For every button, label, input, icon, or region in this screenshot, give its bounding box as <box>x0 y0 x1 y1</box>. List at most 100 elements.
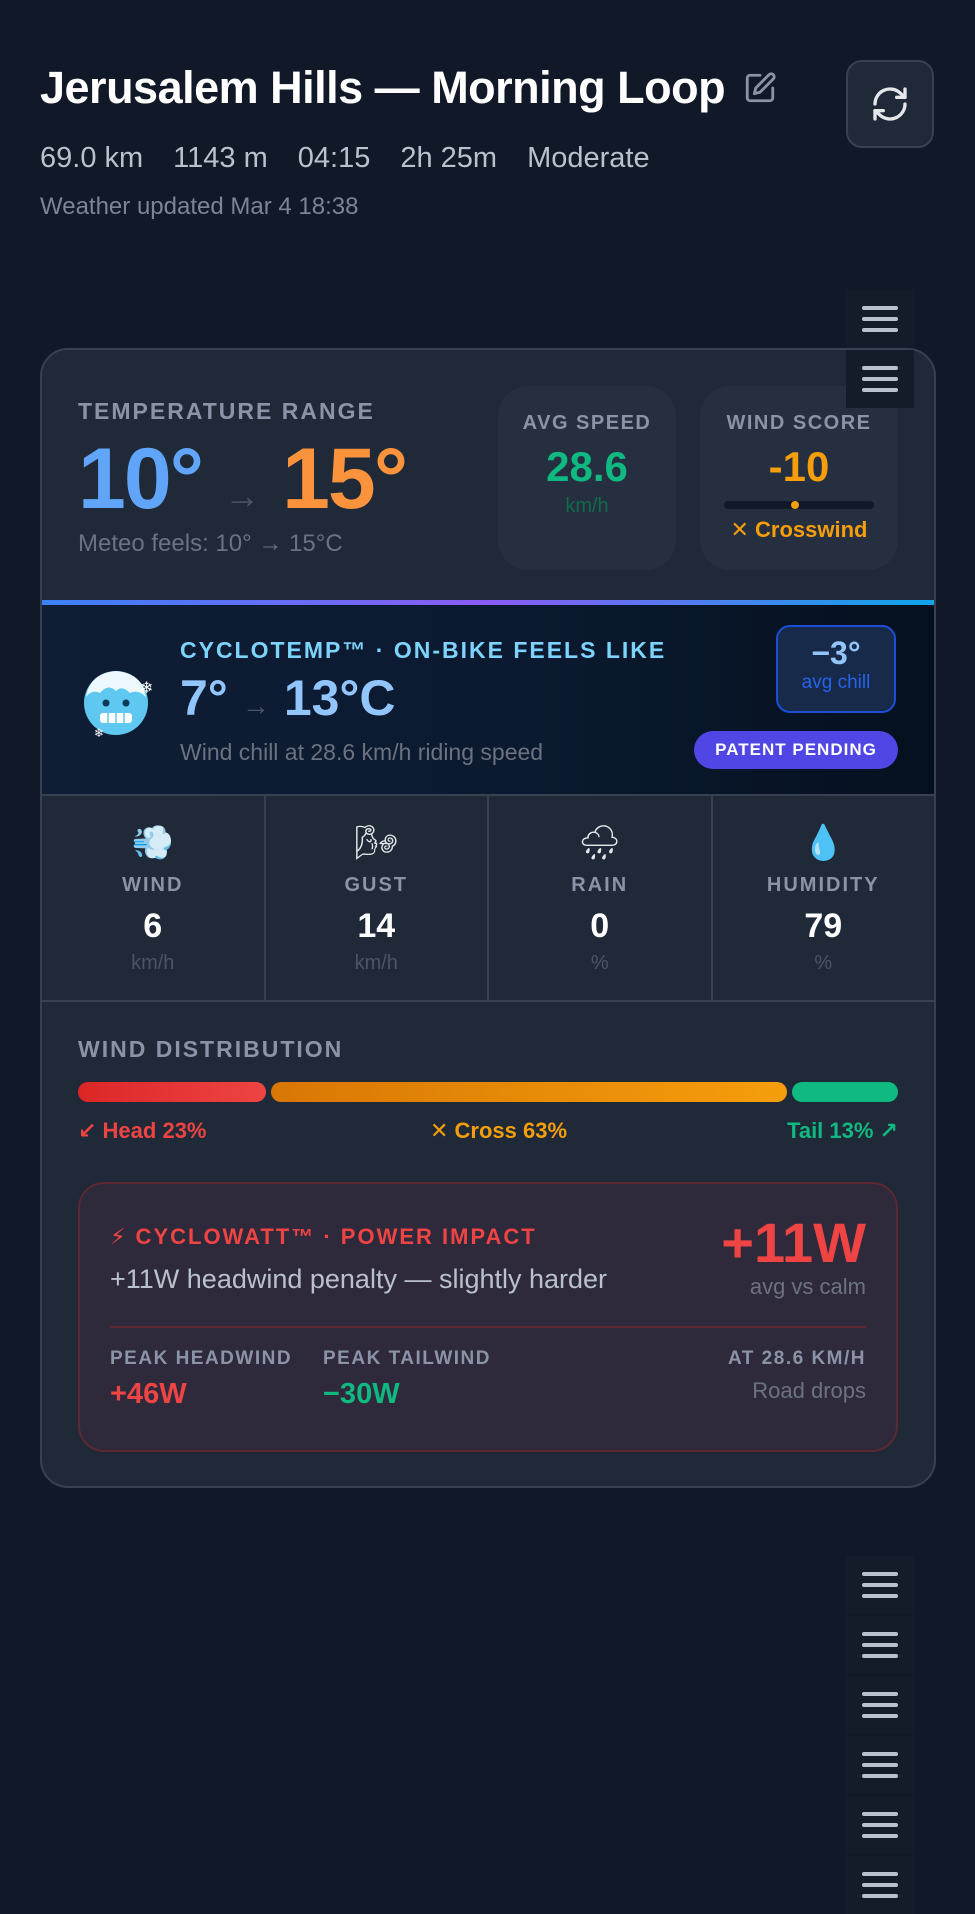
crosswind-label: ✕ Cross 63% <box>430 1118 568 1143</box>
cyclotemp-range: 7° → 13°C <box>180 669 396 727</box>
cyclowatt-description: +11W headwind penalty — slightly harder <box>110 1264 608 1294</box>
route-stats: 69.0 km 1143 m 04:15 2h 25m Moderate <box>40 142 650 175</box>
menu-icon <box>862 1632 898 1658</box>
cold-face-icon: ❄ ❄ <box>78 663 154 740</box>
metric-gust: 🌬 GUST 14 km/h <box>266 796 489 1000</box>
drag-handle[interactable] <box>846 1616 914 1674</box>
wind-score-bar <box>724 501 874 509</box>
avg-speed-label: AVG SPEED <box>522 412 652 434</box>
drag-handle[interactable] <box>846 1796 914 1854</box>
drag-handle[interactable] <box>846 350 914 408</box>
cyclowatt-value: +11W <box>721 1211 866 1274</box>
refresh-button[interactable] <box>846 60 934 148</box>
menu-icon <box>862 366 898 392</box>
peak-headwind-label: PEAK HEADWIND <box>110 1348 293 1369</box>
drag-handle[interactable] <box>846 1736 914 1794</box>
drag-handle[interactable] <box>846 290 914 348</box>
route-header: Jerusalem Hills — Morning Loop <box>40 62 777 114</box>
patent-pending-badge: PATENT PENDING <box>694 731 898 769</box>
avg-chill-badge: −3° avg chill <box>776 625 896 713</box>
gust-icon: 🌬 <box>354 824 398 862</box>
menu-icon <box>862 1872 898 1898</box>
cyclotemp-high: 13°C <box>283 670 396 726</box>
wind-score-value: -10 <box>768 443 830 490</box>
tailwind-label: Tail 13% ↗ <box>787 1118 898 1143</box>
temperature-range: 10° → 15° <box>78 430 408 529</box>
menu-icon <box>862 306 898 332</box>
drag-handle[interactable] <box>846 1676 914 1734</box>
metric-value: 79 <box>804 907 843 945</box>
metric-unit: % <box>590 952 609 974</box>
metric-label: RAIN <box>571 874 629 896</box>
edit-icon[interactable] <box>743 71 777 105</box>
arrow-icon: → <box>241 690 270 721</box>
metric-unit: % <box>814 952 833 974</box>
wind-distribution-label: WIND DISTRIBUTION <box>78 1036 344 1062</box>
peak-tailwind: PEAK TAILWIND −30W <box>323 1348 491 1411</box>
metric-humidity: 💧 HUMIDITY 79 % <box>713 796 935 1000</box>
metric-unit: km/h <box>131 952 175 974</box>
wind-score-status: ✕ Crosswind <box>730 517 868 542</box>
svg-text:❄: ❄ <box>94 726 104 739</box>
wind-score-marker <box>790 501 799 509</box>
humidity-icon: 💧 <box>802 824 845 862</box>
cyclowatt-speed: AT 28.6 KM/H Road drops <box>728 1348 866 1404</box>
cyclotemp-accent <box>42 600 934 605</box>
drag-handle[interactable] <box>846 1556 914 1614</box>
menu-icon <box>862 1692 898 1718</box>
riding-position: Road drops <box>752 1378 866 1403</box>
avg-chill-value: −3° <box>811 635 861 671</box>
meteo-feels: Meteo feels: 10° → 15°C <box>78 530 343 557</box>
metric-wind: 💨 WIND 6 km/h <box>42 796 266 1000</box>
elevation: 1143 m <box>173 142 268 174</box>
headwind-segment <box>78 1082 267 1102</box>
tailwind-segment <box>791 1082 898 1102</box>
wind-distribution-legend: ↙ Head 23% ✕ Cross 63% Tail 13% ↗ <box>78 1118 898 1148</box>
rain-icon: 🌧 <box>578 824 622 862</box>
cyclotemp-subtitle: Wind chill at 28.6 km/h riding speed <box>180 739 544 765</box>
weather-updated: Weather updated Mar 4 18:38 <box>40 193 359 220</box>
avg-chill-label: avg chill <box>801 672 871 693</box>
distance: 69.0 km <box>40 142 144 174</box>
metric-unit: km/h <box>354 952 398 974</box>
metric-value: 14 <box>357 907 396 945</box>
cyclowatt-panel: ⚡ CYCLOWATT™ · POWER IMPACT +11W headwin… <box>78 1182 898 1452</box>
crosswind-segment <box>271 1082 787 1102</box>
wind-icon: 💨 <box>131 824 174 862</box>
avg-speed-box: AVG SPEED 28.6 km/h <box>498 386 676 570</box>
duration: 2h 25m <box>400 142 498 174</box>
cyclowatt-label: ⚡ CYCLOWATT™ · POWER IMPACT <box>110 1224 537 1249</box>
metric-label: HUMIDITY <box>766 874 880 896</box>
drag-handle[interactable] <box>846 1856 914 1914</box>
cyclotemp-low: 7° <box>180 670 228 726</box>
wind-distribution-bar <box>78 1082 898 1102</box>
metric-rain: 🌧 RAIN 0 % <box>489 796 713 1000</box>
peak-tailwind-value: −30W <box>323 1378 400 1410</box>
svg-text:❄: ❄ <box>140 678 153 697</box>
arrow-icon: → <box>224 475 261 516</box>
temperature-label: TEMPERATURE RANGE <box>78 398 375 424</box>
refresh-icon <box>873 87 907 121</box>
metric-value: 6 <box>143 907 163 945</box>
menu-icon <box>862 1812 898 1838</box>
avg-speed-value: 28.6 <box>546 443 628 490</box>
cyclowatt-value-sub: avg vs calm <box>749 1274 866 1299</box>
metric-value: 0 <box>590 907 610 945</box>
peak-tailwind-label: PEAK TAILWIND <box>323 1348 491 1369</box>
weather-card: TEMPERATURE RANGE 10° → 15° Meteo feels:… <box>40 348 936 1488</box>
divider <box>110 1326 866 1328</box>
start-time: 04:15 <box>297 142 371 174</box>
headwind-label: ↙ Head 23% <box>78 1118 207 1143</box>
cyclotemp-panel: ❄ ❄ CYCLOTEMP™ · ON-BIKE FEELS LIKE 7° →… <box>42 600 934 796</box>
menu-icon <box>862 1752 898 1778</box>
cyclowatt-speed-label: AT 28.6 KM/H <box>727 1348 866 1369</box>
wind-score-label: WIND SCORE <box>726 412 872 434</box>
peak-headwind-value: +46W <box>110 1378 187 1410</box>
avg-speed-unit: km/h <box>565 495 609 517</box>
metric-label: GUST <box>344 874 409 896</box>
temp-low: 10° <box>78 431 204 527</box>
weather-metrics: 💨 WIND 6 km/h 🌬 GUST 14 km/h 🌧 RAIN 0 % … <box>42 796 934 1002</box>
difficulty: Moderate <box>527 142 650 174</box>
peak-headwind: PEAK HEADWIND +46W <box>110 1348 292 1411</box>
wind-score-box: WIND SCORE -10 ✕ Crosswind <box>700 386 898 570</box>
